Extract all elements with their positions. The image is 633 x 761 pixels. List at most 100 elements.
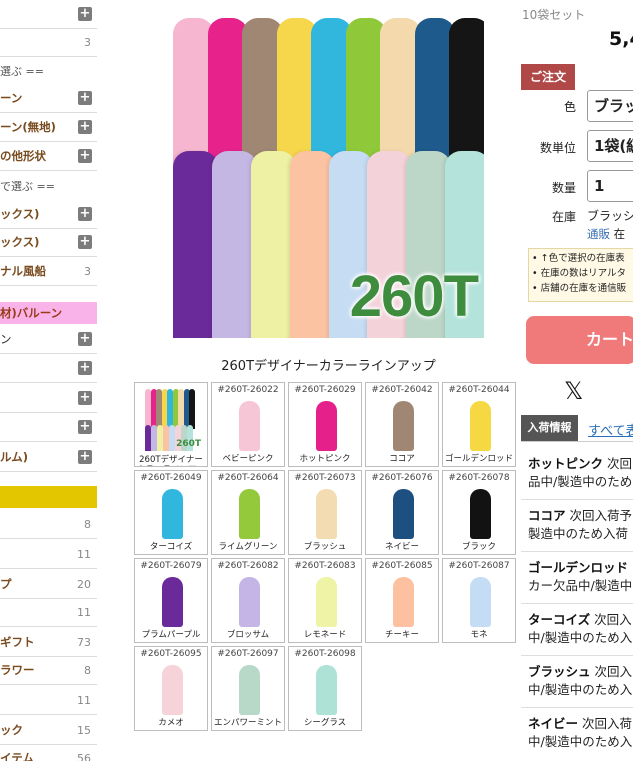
swatch-name: モネ bbox=[470, 630, 488, 640]
sidebar-item[interactable]: ック 15 bbox=[0, 716, 97, 745]
sidebar-item[interactable]: イテム 56 bbox=[0, 744, 97, 761]
sidebar-item[interactable] bbox=[0, 486, 97, 508]
swatch-cell[interactable]: #260T-26095 カメオ bbox=[134, 646, 208, 731]
swatch-cell[interactable]: #260T-26098 シーグラス bbox=[288, 646, 362, 731]
swatch-cell[interactable]: #260T-26076 ネイビー bbox=[365, 470, 439, 555]
order-badge: ご注文 bbox=[521, 64, 575, 90]
expand-plus-icon[interactable]: + bbox=[78, 91, 92, 105]
quantity-input[interactable]: 1 bbox=[587, 170, 633, 202]
sidebar-item[interactable]: の他形状 + bbox=[0, 142, 97, 171]
sidebar-item[interactable]: 11 bbox=[0, 540, 97, 569]
expand-plus-icon[interactable]: + bbox=[78, 361, 92, 375]
expand-plus-icon[interactable]: + bbox=[78, 207, 92, 221]
expand-plus-icon[interactable]: + bbox=[78, 420, 92, 434]
expand-plus-icon[interactable]: + bbox=[78, 332, 92, 346]
arrival-divider bbox=[521, 707, 633, 708]
sidebar-item[interactable]: ラワー 8 bbox=[0, 656, 97, 685]
unit-select[interactable]: 1袋(級 bbox=[587, 130, 633, 162]
sidebar-item[interactable]: + bbox=[0, 354, 97, 383]
sidebar-item-label: の他形状 bbox=[0, 149, 46, 163]
sidebar-item[interactable]: + bbox=[0, 413, 97, 442]
stock-sub-online[interactable]: 通販 bbox=[587, 227, 610, 241]
swatch-cell[interactable]: #260T-26044 ゴールデンロッド bbox=[442, 382, 516, 467]
swatch-cell[interactable]: #260T-26042 ココア bbox=[365, 382, 439, 467]
sidebar-item[interactable]: 材)バルーン bbox=[0, 302, 97, 324]
sidebar-item[interactable]: ギフト 73 bbox=[0, 628, 97, 657]
sidebar-item-label: ーン bbox=[0, 91, 23, 105]
arrival-item-header: ターコイズ 次回入 bbox=[528, 611, 633, 629]
hero-balloon bbox=[250, 151, 296, 338]
sidebar-item[interactable]: 8 bbox=[0, 510, 97, 539]
swatch-cell[interactable]: #260T-26087 モネ bbox=[442, 558, 516, 643]
notice-line: • 在庫の数はリアルタ bbox=[532, 268, 627, 279]
tab-show-all[interactable]: すべて表 bbox=[588, 420, 633, 439]
swatch-cell[interactable]: #260T-26073 ブラッシュ bbox=[288, 470, 362, 555]
color-select[interactable]: ブラッ bbox=[587, 90, 633, 122]
sidebar-item[interactable]: + bbox=[0, 0, 97, 29]
expand-plus-icon[interactable]: + bbox=[78, 120, 92, 134]
swatch-name: ネイビー bbox=[384, 542, 419, 552]
sidebar-item-count: 20 bbox=[77, 578, 91, 591]
swatch-balloon bbox=[316, 401, 337, 451]
arrival-item-detail: 品中/製造中のため bbox=[528, 474, 633, 489]
swatch-name: 260Tデザイナーカラーラインアップ bbox=[137, 455, 205, 466]
sidebar-item[interactable]: 11 bbox=[0, 686, 97, 715]
arrival-item-title[interactable]: ココア bbox=[528, 508, 566, 523]
expand-plus-icon[interactable]: + bbox=[78, 391, 92, 405]
arrival-item-header: ゴールデンロッド bbox=[528, 559, 633, 577]
sidebar-item[interactable]: ナル風船 3 bbox=[0, 257, 97, 286]
sidebar-item[interactable]: + bbox=[0, 384, 97, 413]
swatch-code: #260T-26085 bbox=[371, 561, 433, 571]
swatch-cell[interactable]: #260T-26022 ベビーピンク bbox=[211, 382, 285, 467]
tab-arrival-info[interactable]: 入荷情報 bbox=[521, 415, 578, 441]
swatch-cell[interactable]: #260T-26079 プラムパープル bbox=[134, 558, 208, 643]
arrival-item: ホットピンク 次回 品中/製造中のため bbox=[528, 455, 633, 491]
arrival-item-title[interactable]: ターコイズ bbox=[528, 612, 590, 627]
notice-line: • ↑色で選択の在庫表 bbox=[532, 253, 625, 264]
swatch-name: ブロッサム bbox=[226, 630, 270, 640]
category-sidebar: +3 選ぶ == ーン + ーン(無地) + の他形状 + で選ぶ == ックス) + ックス) + ナル… bbox=[0, 0, 97, 761]
arrival-item-title[interactable]: ホットピンク bbox=[528, 456, 603, 471]
arrival-item-title[interactable]: ブラッシュ bbox=[528, 664, 591, 679]
sidebar-item[interactable]: 3 bbox=[0, 28, 97, 57]
hero-balloon bbox=[289, 151, 335, 338]
sidebar-item[interactable]: ーン(無地) + bbox=[0, 113, 97, 142]
swatch-cell[interactable]: 260T 260Tデザイナーカラーラインアップ bbox=[134, 382, 208, 467]
order-panel: 10袋セット 5,4 ご注文 色 ブラッ 数単位 1袋(級 数量 1 在庫 ブラ… bbox=[518, 0, 633, 761]
swatch-cell[interactable]: #260T-26082 ブロッサム bbox=[211, 558, 285, 643]
swatch-code: #260T-26022 bbox=[217, 385, 279, 395]
swatch-cell[interactable]: #260T-26083 レモネード bbox=[288, 558, 362, 643]
sidebar-item[interactable]: 11 bbox=[0, 598, 97, 627]
swatch-cell[interactable]: #260T-26085 チーキー bbox=[365, 558, 439, 643]
swatch-cell[interactable]: #260T-26049 ターコイズ bbox=[134, 470, 208, 555]
arrival-divider bbox=[521, 551, 633, 552]
sidebar-item[interactable]: ーン + bbox=[0, 84, 97, 113]
arrival-item: ゴールデンロッド カー欠品中/製造中 bbox=[528, 559, 633, 595]
swatch-cell[interactable]: #260T-26029 ホットピンク bbox=[288, 382, 362, 467]
sidebar-item[interactable]: ックス) + bbox=[0, 228, 97, 257]
expand-plus-icon[interactable]: + bbox=[78, 7, 92, 21]
arrival-item-title[interactable]: ネイビー bbox=[528, 716, 578, 731]
arrival-item: ターコイズ 次回入 中/製造中のため入 bbox=[528, 611, 633, 647]
arrival-item-header: ブラッシュ 次回入 bbox=[528, 663, 633, 681]
sidebar-item[interactable]: ックス) + bbox=[0, 200, 97, 229]
thumbnail-title: 260T bbox=[176, 439, 201, 449]
arrival-item-status: 次回入荷 bbox=[578, 716, 632, 731]
sidebar-item[interactable]: ン + bbox=[0, 325, 97, 354]
sidebar-item[interactable]: で選ぶ == bbox=[0, 172, 97, 201]
arrival-item-detail: カー欠品中/製造中 bbox=[528, 578, 633, 593]
swatch-cell[interactable]: #260T-26078 ブラック bbox=[442, 470, 516, 555]
notice-line: • 店舗の在庫を通信販 bbox=[532, 283, 627, 294]
swatch-code: #260T-26083 bbox=[294, 561, 356, 571]
sidebar-item[interactable]: ルム) + bbox=[0, 443, 97, 472]
sidebar-item[interactable]: プ 20 bbox=[0, 570, 97, 599]
expand-plus-icon[interactable]: + bbox=[78, 149, 92, 163]
swatch-cell[interactable]: #260T-26097 エンパワーミント bbox=[211, 646, 285, 731]
arrival-item-title[interactable]: ゴールデンロッド bbox=[528, 560, 628, 575]
sidebar-item[interactable]: 選ぶ == bbox=[0, 57, 97, 86]
swatch-cell[interactable]: #260T-26064 ライムグリーン bbox=[211, 470, 285, 555]
x-share-icon[interactable]: 𝕏 bbox=[564, 377, 583, 405]
add-to-cart-button[interactable]: カート bbox=[526, 316, 633, 364]
expand-plus-icon[interactable]: + bbox=[78, 235, 92, 249]
expand-plus-icon[interactable]: + bbox=[78, 450, 92, 464]
